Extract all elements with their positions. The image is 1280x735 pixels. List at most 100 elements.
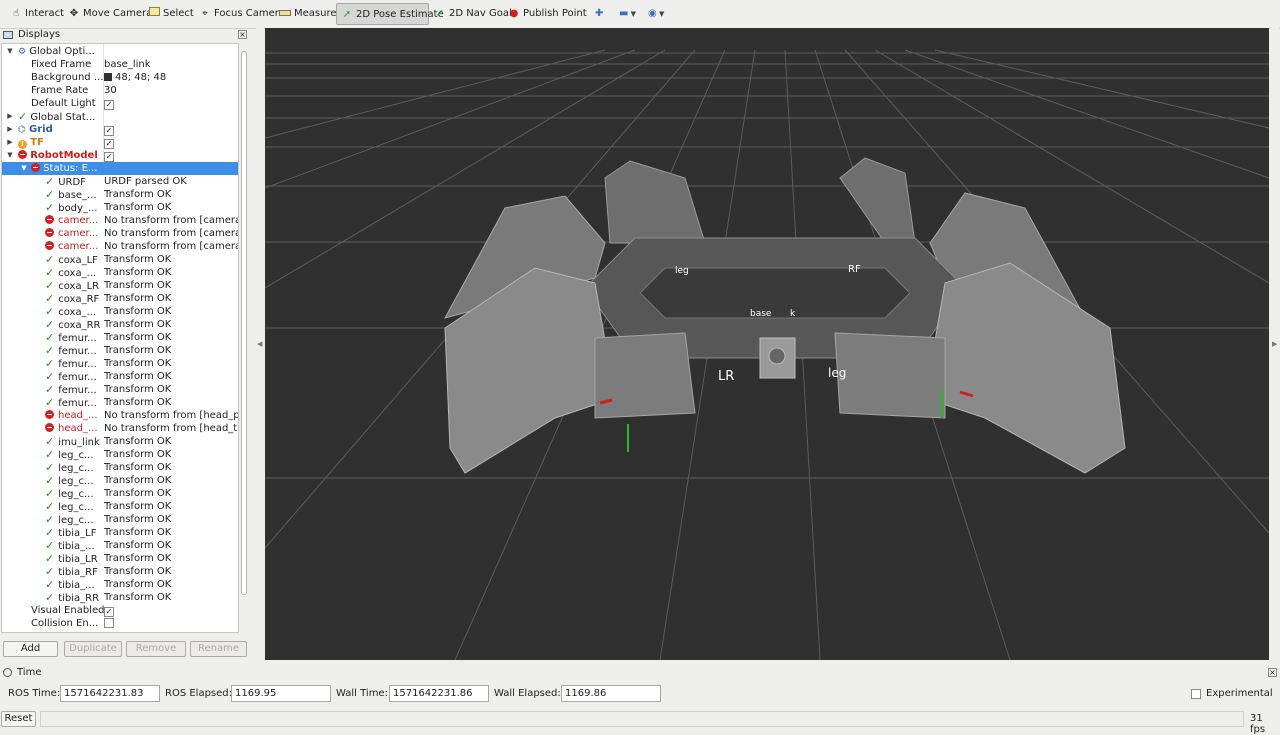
- grid-display-row[interactable]: ▶ ⌬ Grid ✓: [2, 123, 238, 136]
- interact-tool[interactable]: ☝ Interact: [6, 3, 68, 25]
- ros-elapsed-field[interactable]: 1169.95: [231, 685, 331, 702]
- collision-enabled-row[interactable]: Collision En...: [2, 617, 238, 630]
- link-status-row[interactable]: ✓ tibia_RF Transform OK: [2, 565, 238, 578]
- link-status-row[interactable]: ✓ tibia_LR Transform OK: [2, 552, 238, 565]
- publish-point-tool[interactable]: ● Publish Point: [504, 3, 591, 25]
- link-status-row[interactable]: camer... No transform from [camera...: [2, 227, 238, 240]
- link-status-row[interactable]: ✓ tibia_RR Transform OK: [2, 591, 238, 604]
- tf-label: TF: [30, 137, 44, 148]
- status-message-area: [40, 711, 1244, 727]
- scrollbar-thumb[interactable]: [241, 51, 247, 595]
- link-status-row[interactable]: ✓ coxa_LR Transform OK: [2, 279, 238, 292]
- link-status-row[interactable]: ✓ leg_c... Transform OK: [2, 448, 238, 461]
- background-row[interactable]: Background ... 48; 48; 48: [2, 71, 238, 84]
- measure-tool[interactable]: Measure: [275, 3, 341, 25]
- link-status-row[interactable]: ✓ tibia_... Transform OK: [2, 578, 238, 591]
- remove-tool-menu[interactable]: ▬ ▼: [615, 3, 640, 25]
- render-viewport[interactable]: leg RF base k LR leg: [265, 28, 1269, 660]
- link-status-row[interactable]: ✓ coxa_... Transform OK: [2, 305, 238, 318]
- displays-scrollbar[interactable]: [240, 43, 249, 633]
- link-status-value: Transform OK: [104, 436, 172, 447]
- visual-enabled-label: Visual Enabled: [31, 605, 105, 616]
- frame-rate-value[interactable]: 30: [104, 84, 238, 97]
- displays-tree[interactable]: ▼ ⚙ Global Opti... Fixed Frame base_link…: [1, 43, 239, 633]
- link-status-row[interactable]: head_... No transform from [head_til...: [2, 422, 238, 435]
- wall-elapsed-field[interactable]: 1169.86: [561, 685, 661, 702]
- link-status-row[interactable]: ✓ femur... Transform OK: [2, 344, 238, 357]
- reset-button[interactable]: Reset: [1, 711, 36, 727]
- link-status-row[interactable]: ✓ leg_c... Transform OK: [2, 474, 238, 487]
- link-status-row[interactable]: ✓ femur... Transform OK: [2, 370, 238, 383]
- link-status-row[interactable]: ✓ URDF URDF parsed OK: [2, 175, 238, 188]
- fixed-frame-value[interactable]: base_link: [104, 58, 238, 71]
- link-status-row[interactable]: ✓ femur... Transform OK: [2, 396, 238, 409]
- link-status-row[interactable]: ✓ tibia_... Transform OK: [2, 539, 238, 552]
- link-status-row[interactable]: head_... No transform from [head_p...: [2, 409, 238, 422]
- pose-estimate-tool[interactable]: ➚ 2D Pose Estimate: [336, 3, 444, 25]
- right-splitter[interactable]: ▶: [1271, 28, 1279, 660]
- fixed-frame-row[interactable]: Fixed Frame base_link: [2, 58, 238, 71]
- link-status-row[interactable]: ✓ coxa_... Transform OK: [2, 266, 238, 279]
- link-status-row[interactable]: ✓ coxa_RR Transform OK: [2, 318, 238, 331]
- link-status-row[interactable]: camer... No transform from [camera...: [2, 214, 238, 227]
- left-splitter[interactable]: ◀: [256, 28, 264, 660]
- frame-rate-label: Frame Rate: [31, 85, 89, 96]
- link-status-row[interactable]: ✓ femur... Transform OK: [2, 383, 238, 396]
- background-value[interactable]: 48; 48; 48: [115, 72, 166, 83]
- displays-panel-header: Displays ×: [0, 28, 250, 43]
- link-status-row[interactable]: ✓ femur... Transform OK: [2, 331, 238, 344]
- link-status-row[interactable]: ✓ femur... Transform OK: [2, 357, 238, 370]
- frame-rate-row[interactable]: Frame Rate 30: [2, 84, 238, 97]
- add-display-button[interactable]: Add: [3, 641, 58, 657]
- robotmodel-display-row[interactable]: ▼ RobotModel ✓: [2, 149, 238, 162]
- tf-display-row[interactable]: ▶ ! TF ✓: [2, 136, 238, 149]
- error-icon: [45, 228, 54, 237]
- frame-label: RF: [848, 264, 861, 275]
- check-icon: ✓: [45, 292, 55, 305]
- link-status-row[interactable]: ✓ body_... Transform OK: [2, 201, 238, 214]
- main-toolbar: ☝ Interact ✥ Move Camera Select ⌖ Focus Cam…: [0, 0, 1280, 29]
- select-tool[interactable]: Select: [144, 3, 198, 25]
- ros-time-field[interactable]: 1571642231.83: [60, 685, 160, 702]
- remove-display-button[interactable]: Remove: [126, 641, 186, 657]
- grid-checkbox[interactable]: ✓: [104, 126, 114, 136]
- link-status-row[interactable]: ✓ base_... Transform OK: [2, 188, 238, 201]
- collision-enabled-checkbox[interactable]: [104, 618, 114, 628]
- link-name: leg_c...: [58, 463, 94, 474]
- close-displays-button[interactable]: ×: [238, 30, 247, 39]
- link-status-row[interactable]: ✓ tibia_LF Transform OK: [2, 526, 238, 539]
- duplicate-display-button[interactable]: Duplicate: [64, 641, 122, 657]
- link-status-row[interactable]: ✓ imu_link Transform OK: [2, 435, 238, 448]
- link-status-row[interactable]: ✓ leg_c... Transform OK: [2, 513, 238, 526]
- rename-display-button[interactable]: Rename: [190, 641, 247, 657]
- global-status-row[interactable]: ▶ ✓ Global Stat...: [2, 110, 238, 123]
- check-icon: ✓: [45, 539, 55, 552]
- link-status-row[interactable]: ✓ coxa_RF Transform OK: [2, 292, 238, 305]
- move-camera-tool[interactable]: ✥ Move Camera: [64, 3, 156, 25]
- default-light-row[interactable]: Default Light ✓: [2, 97, 238, 110]
- link-name: leg_c...: [58, 502, 94, 513]
- check-icon: ✓: [45, 500, 55, 513]
- visual-enabled-row[interactable]: Visual Enabled ✓: [2, 604, 238, 617]
- tool-properties-menu[interactable]: ◉ ▼: [644, 3, 668, 25]
- close-time-button[interactable]: ×: [1268, 668, 1277, 677]
- link-status-row[interactable]: ✓ leg_c... Transform OK: [2, 500, 238, 513]
- grid-icon: ⌬: [18, 125, 26, 135]
- map-pin-icon: ●: [509, 8, 519, 19]
- frame-label: leg: [828, 366, 846, 380]
- nav-goal-tool[interactable]: ➚ 2D Nav Goal: [430, 3, 516, 25]
- link-name: camer...: [58, 228, 99, 239]
- visual-enabled-checkbox[interactable]: ✓: [104, 607, 114, 617]
- link-status-row[interactable]: ✓ leg_c... Transform OK: [2, 461, 238, 474]
- add-tool-button[interactable]: ✚: [591, 3, 607, 25]
- wall-time-field[interactable]: 1571642231.86: [389, 685, 489, 702]
- link-status-row[interactable]: camer... No transform from [camera...: [2, 240, 238, 253]
- link-status-row[interactable]: ✓ leg_c... Transform OK: [2, 487, 238, 500]
- link-status-row[interactable]: ✓ coxa_LF Transform OK: [2, 253, 238, 266]
- global-options-row[interactable]: ▼ ⚙ Global Opti...: [2, 45, 238, 58]
- status-row-selected[interactable]: ▼ Status: E...: [2, 162, 238, 175]
- default-light-checkbox[interactable]: ✓: [104, 100, 114, 110]
- experimental-checkbox[interactable]: [1191, 689, 1201, 699]
- tf-checkbox[interactable]: ✓: [104, 139, 114, 149]
- robotmodel-checkbox[interactable]: ✓: [104, 152, 114, 162]
